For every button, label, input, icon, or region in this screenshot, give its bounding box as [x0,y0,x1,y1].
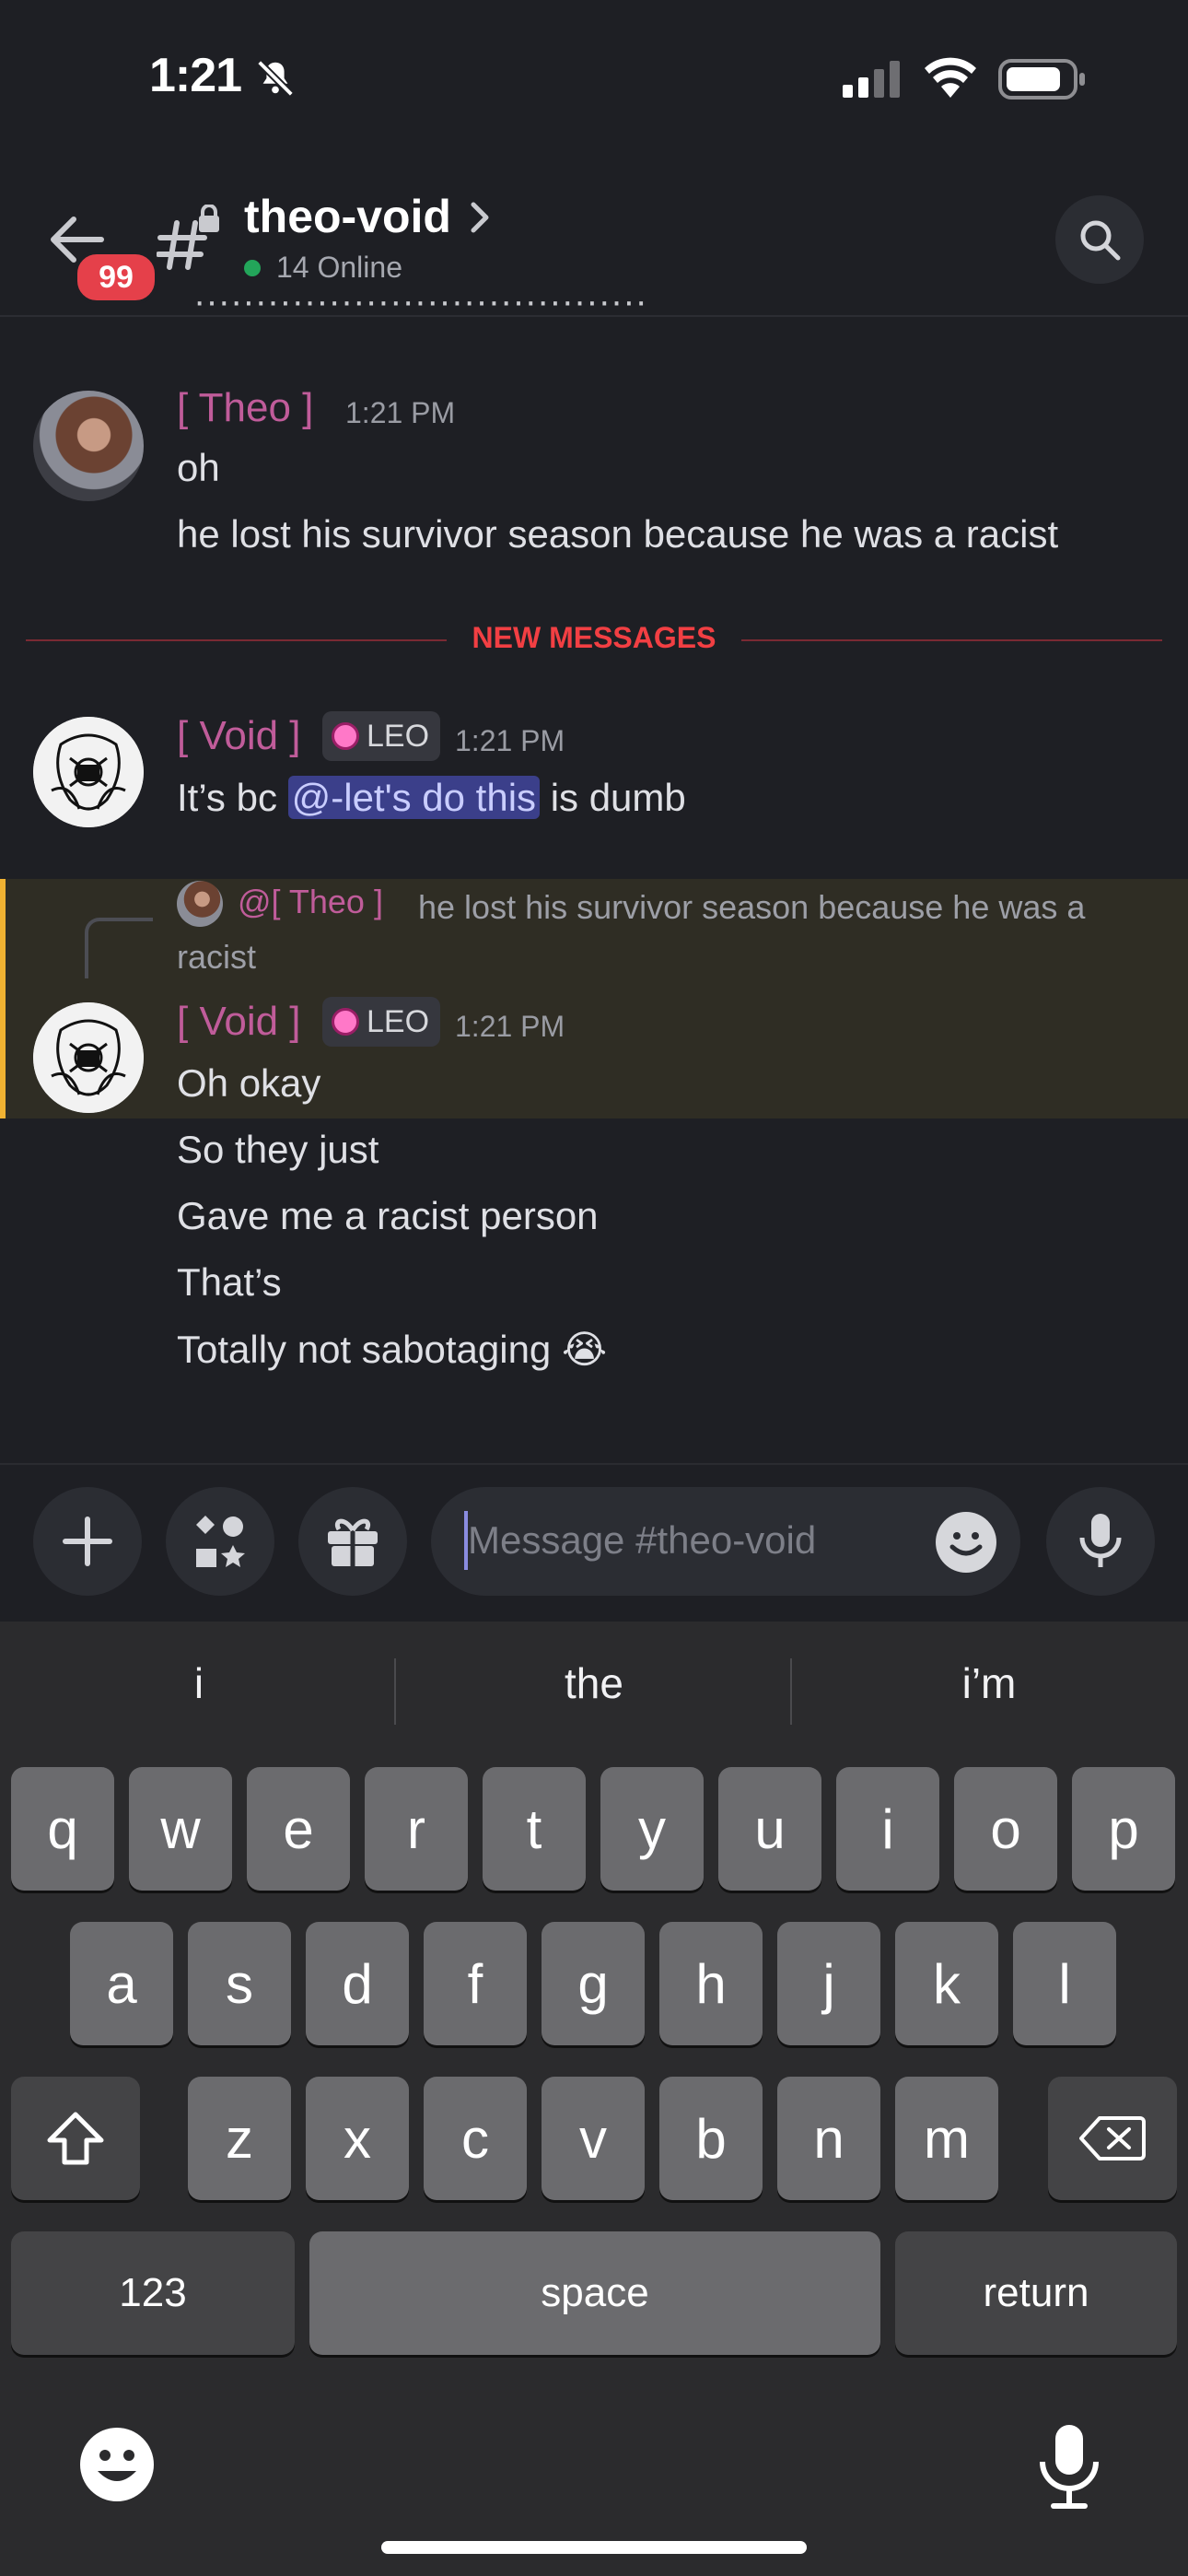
key-q[interactable]: q [11,1767,114,1891]
key-l[interactable]: l [1013,1922,1116,2045]
username[interactable]: [ Void ] [177,999,301,1045]
key-x[interactable]: x [306,2077,409,2200]
apps-button[interactable] [166,1487,274,1596]
message-line: Gave me a racist person [177,1194,599,1237]
key-e[interactable]: e [247,1767,350,1891]
message-line: Totally not sabotaging 😭 [177,1328,608,1371]
role-tag[interactable]: LEO [322,997,441,1047]
message-line: So they just [177,1128,379,1171]
space-key[interactable]: space [309,2231,880,2355]
suggestion-2[interactable]: the [401,1658,787,1708]
key-n[interactable]: n [777,2077,880,2200]
reply-avatar [177,881,223,927]
search-button[interactable] [1055,195,1144,284]
unread-badge: 99 [74,251,158,304]
backspace-icon [1079,2116,1146,2160]
apps-icon [196,1516,245,1567]
reply-username[interactable]: @[ Theo ] [238,883,383,921]
microphone-icon [1079,1514,1122,1567]
key-r[interactable]: r [365,1767,468,1891]
key-w[interactable]: w [129,1767,232,1891]
truncated-previous-message: ····································· [193,297,746,315]
wifi-icon [923,57,978,102]
key-f[interactable]: f [424,1922,527,2045]
message-line: he lost his survivor season because he w… [177,512,1059,556]
return-key[interactable]: return [895,2231,1177,2355]
voice-message-button[interactable] [1046,1487,1155,1596]
username[interactable]: [ Void ] [177,713,301,759]
key-k[interactable]: k [895,1922,998,2045]
backspace-key[interactable] [1048,2077,1177,2200]
key-o[interactable]: o [954,1767,1057,1891]
new-messages-label: NEW MESSAGES [0,621,1188,655]
shift-icon [47,2112,104,2165]
key-m[interactable]: m [895,2077,998,2200]
suggestion-divider [394,1658,396,1725]
home-indicator[interactable] [381,2541,807,2554]
plus-icon [63,1516,112,1566]
battery-icon [998,59,1087,104]
emoji-picker-icon[interactable] [936,1512,996,1573]
suggestion-3[interactable]: i’m [796,1658,1182,1708]
key-s[interactable]: s [188,1922,291,2045]
suggestion-1[interactable]: i [6,1658,392,1708]
online-status-dot [244,260,261,276]
key-d[interactable]: d [306,1922,409,2045]
emoji-keyboard-icon[interactable] [77,2425,157,2509]
suggestion-divider [790,1658,792,1725]
bell-off-icon [254,57,297,104]
gift-button[interactable] [298,1487,407,1596]
key-a[interactable]: a [70,1922,173,2045]
gift-icon [328,1518,378,1566]
cellular-signal-icon [843,61,903,102]
key-v[interactable]: v [542,2077,645,2200]
status-time: 1:21 [149,49,242,102]
search-icon [1080,220,1121,261]
reply-connector [85,918,153,978]
message-line: Oh okay [177,1061,321,1105]
avatar[interactable] [33,391,144,501]
key-z[interactable]: z [188,2077,291,2200]
private-channel-icon [156,204,223,275]
message-line: That’s [177,1260,282,1304]
role-icon [332,722,359,750]
key-c[interactable]: c [424,2077,527,2200]
avatar[interactable] [33,1002,144,1113]
key-u[interactable]: u [718,1767,821,1891]
numbers-key[interactable]: 123 [11,2231,295,2355]
role-tag[interactable]: LEO [322,711,441,761]
add-attachment-button[interactable] [33,1487,142,1596]
avatar[interactable] [33,717,144,827]
key-g[interactable]: g [542,1922,645,2045]
role-label: LEO [367,718,430,754]
key-y[interactable]: y [600,1767,704,1891]
key-p[interactable]: p [1072,1767,1175,1891]
channel-name[interactable]: theo-void [244,190,451,243]
role-label: LEO [367,1003,430,1039]
message-line: oh [177,446,220,489]
key-t[interactable]: t [483,1767,586,1891]
message-timestamp: 1:21 PM [345,396,456,429]
key-b[interactable]: b [659,2077,763,2200]
key-h[interactable]: h [659,1922,763,2045]
online-count: 14 Online [276,251,402,284]
username[interactable]: [ Theo ] [177,385,313,431]
role-icon [332,1008,359,1036]
chevron-right-icon[interactable] [468,199,492,240]
user-mention[interactable]: @-let's do this [287,776,541,819]
key-j[interactable]: j [777,1922,880,2045]
message-timestamp: 1:21 PM [455,1010,565,1043]
shift-key[interactable] [11,2077,140,2200]
message-timestamp: 1:21 PM [455,724,565,757]
message-input-placeholder[interactable]: Message #theo-void [468,1518,816,1563]
key-i[interactable]: i [836,1767,939,1891]
message-line: It’s bc @-let's do this is dumb [177,776,686,819]
dictation-microphone-icon[interactable] [1037,2423,1101,2514]
